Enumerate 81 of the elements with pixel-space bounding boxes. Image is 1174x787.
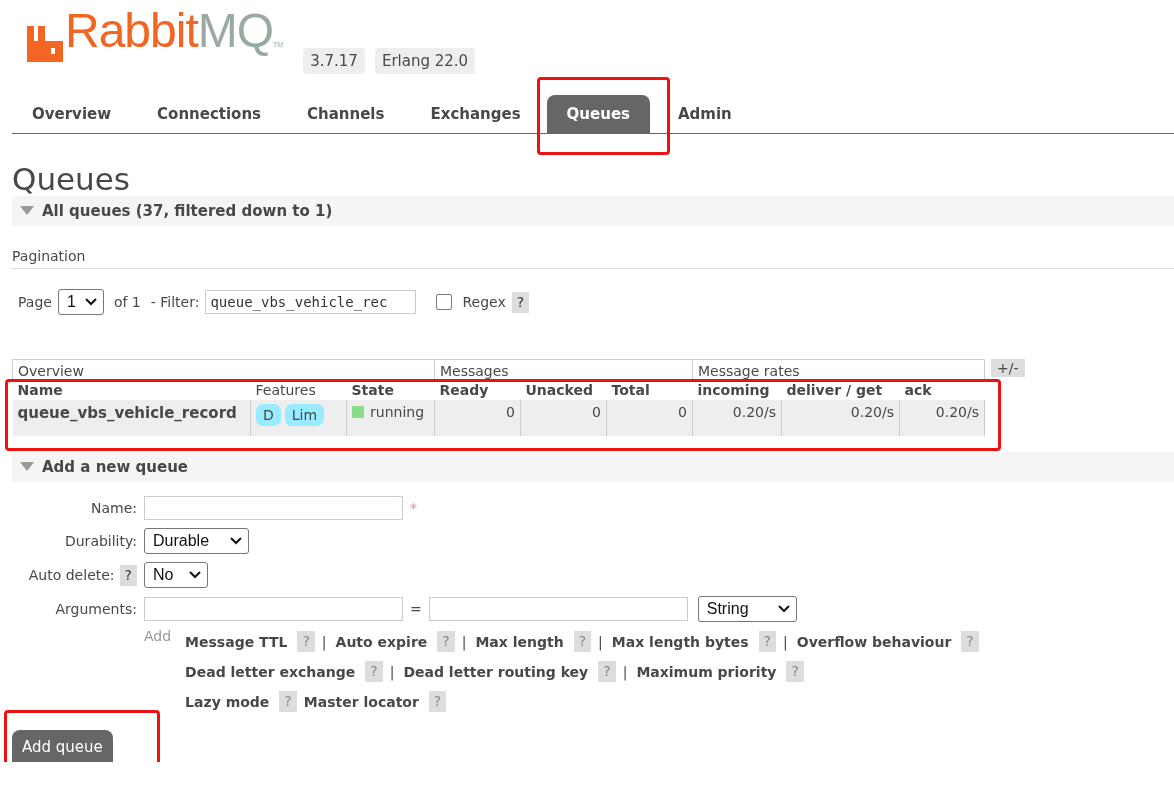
separator: |: [321, 633, 327, 650]
argument-shortcut-link[interactable]: Dead letter exchange: [185, 663, 356, 680]
collapse-triangle-icon[interactable]: [20, 462, 34, 472]
regex-checkbox[interactable]: [436, 294, 453, 310]
page-title: Queues: [12, 162, 131, 196]
separator: |: [783, 633, 788, 650]
pagination-label: Pagination: [12, 248, 1174, 269]
filter-field[interactable]: queue_vbs_vehicle_rec: [205, 290, 417, 314]
caret-icon: [777, 605, 790, 613]
page-label: Page: [18, 294, 52, 310]
table-cell: 0: [606, 400, 693, 436]
table-cell[interactable]: queue_vbs_vehicle_record: [12, 400, 251, 436]
argument-value-field[interactable]: [428, 597, 688, 621]
field-label: Arguments:: [54, 601, 137, 617]
nav-tab[interactable]: Channels: [287, 95, 405, 133]
column-header: Ready: [434, 380, 521, 400]
field-label: Auto delete:: [28, 567, 115, 583]
table-cell: 0: [434, 400, 521, 436]
caret-icon: [230, 537, 242, 545]
field-label: Durability:: [63, 533, 137, 549]
separator: |: [461, 633, 467, 650]
argument-shortcut-link[interactable]: Maximum priority: [636, 663, 777, 680]
column-group-header: Message rates: [692, 359, 985, 380]
argument-shortcut-link[interactable]: Lazy mode: [185, 693, 270, 710]
feature-tag: D: [256, 404, 281, 426]
help-button[interactable]: ?: [119, 564, 137, 586]
table-cell: 0: [520, 400, 607, 436]
add-label: Add: [144, 628, 172, 646]
feature-tag: Lim: [284, 404, 325, 426]
column-header: Name: [12, 380, 251, 400]
column-header: Unacked: [520, 380, 607, 400]
auto-delete-select[interactable]: No: [144, 562, 208, 588]
nav-tab[interactable]: Admin: [658, 95, 752, 133]
name-field[interactable]: [144, 496, 403, 520]
nav-tab[interactable]: Connections: [137, 95, 282, 133]
argument-type-select[interactable]: String: [697, 596, 797, 622]
required-mark: *: [410, 500, 417, 516]
argument-shortcut-link[interactable]: Master locator: [303, 693, 419, 710]
nav-tab[interactable]: Queues: [546, 95, 650, 133]
column-toggle-button[interactable]: +/-: [991, 359, 1025, 377]
argument-shortcut-link[interactable]: Max length bytes: [611, 633, 749, 650]
section-heading[interactable]: Add a new queue: [42, 458, 189, 476]
argument-shortcut-link[interactable]: Message TTL: [185, 633, 288, 650]
nav-tab[interactable]: Exchanges: [410, 95, 541, 133]
column-header: ack: [899, 380, 985, 400]
caret-icon: [84, 298, 97, 306]
equals-sign: =: [410, 601, 422, 617]
rabbit-logo-icon: [27, 26, 63, 62]
version-badge: 3.7.17: [303, 48, 365, 74]
separator: |: [598, 633, 603, 650]
filter-label: - Filter:: [150, 294, 200, 310]
argument-shortcut-link[interactable]: Max length: [475, 633, 564, 650]
column-header: deliver / get: [781, 380, 900, 400]
table-cell: 0.20/s: [781, 400, 900, 436]
caret-icon: [189, 571, 201, 579]
version-badge: Erlang 22.0: [374, 48, 476, 74]
column-group-header: Overview: [12, 359, 435, 380]
page-count: of 1: [113, 294, 141, 310]
collapse-triangle-icon[interactable]: [20, 206, 34, 216]
column-header: incoming: [692, 380, 782, 400]
table-cell: 0.20/s: [692, 400, 782, 436]
column-header: Total: [606, 380, 693, 400]
separator: |: [389, 663, 395, 680]
argument-shortcut-link[interactable]: Auto expire: [335, 633, 428, 650]
separator: |: [622, 663, 628, 680]
column-header: Features: [250, 380, 347, 400]
regex-label: Regex: [462, 294, 506, 310]
column-group-header: Messages: [434, 359, 693, 380]
argument-shortcut-link[interactable]: Dead letter routing key: [403, 663, 589, 680]
durability-select[interactable]: Durable: [144, 528, 249, 554]
field-label: Name:: [89, 500, 137, 516]
argument-key-field[interactable]: [144, 597, 403, 621]
column-header: State: [346, 380, 435, 400]
help-button[interactable]: ?: [511, 291, 530, 313]
table-cell: 0.20/s: [899, 400, 985, 436]
argument-shortcut-link[interactable]: Overflow behaviour: [796, 633, 952, 650]
section-heading[interactable]: All queues (37, filtered down to 1): [42, 202, 333, 220]
add-queue-button[interactable]: Add queue: [12, 730, 113, 762]
state-cell: running: [346, 400, 435, 436]
nav-tab[interactable]: Overview: [12, 95, 132, 133]
page-select[interactable]: 1: [57, 289, 104, 315]
